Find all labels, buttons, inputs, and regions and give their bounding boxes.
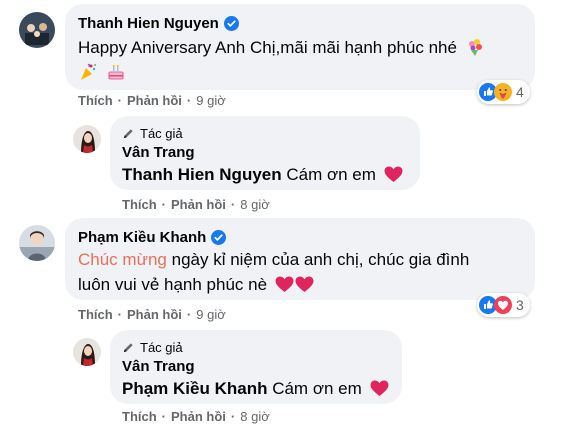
- highlight-text[interactable]: Chúc mừng: [78, 250, 167, 269]
- comment-text: Chúc mừng ngày kỉ niệm của anh chị, chúc…: [78, 247, 528, 272]
- reaction-count: 4: [516, 84, 524, 100]
- comment-text: Happy Aniversary Anh Chị,mãi mãi hạnh ph…: [78, 35, 528, 60]
- mention-link[interactable]: Phạm Kiều Khanh: [122, 379, 267, 398]
- author-badge-label: Tác giả: [140, 126, 183, 141]
- pencil-icon: [123, 129, 133, 139]
- reply-text-body: Cám ơn em: [272, 379, 362, 398]
- reaction-count: 3: [516, 297, 524, 313]
- author-name[interactable]: Thanh Hien Nguyen: [78, 15, 219, 32]
- avatar[interactable]: [19, 225, 55, 261]
- author-name[interactable]: Phạm Kiều Khanh: [78, 229, 206, 246]
- reply-button[interactable]: Phản hồi: [171, 197, 226, 212]
- comment-timestamp[interactable]: 9 giờ: [196, 93, 226, 108]
- love-reaction-icon: [494, 296, 512, 314]
- author-name[interactable]: Vân Trang: [122, 144, 195, 161]
- comment-timestamp[interactable]: 8 giờ: [240, 409, 270, 424]
- reaction-summary[interactable]: 4: [477, 80, 530, 104]
- party-popper-icon: [78, 62, 98, 82]
- comment-author[interactable]: Phạm Kiều Khanh: [78, 229, 227, 246]
- like-button[interactable]: Thích: [122, 197, 157, 212]
- comment-text-line1: ngày kỉ niệm của anh chị, chúc gia đình: [171, 250, 470, 269]
- comment-emoji-line: [78, 60, 126, 85]
- comment-text-line2-row: luôn vui vẻ hạnh phúc nè: [78, 272, 314, 297]
- author-badge: Tác giả: [122, 340, 183, 355]
- reply-button[interactable]: Phản hồi: [171, 409, 226, 424]
- comment-author[interactable]: Thanh Hien Nguyen: [78, 15, 239, 32]
- cake-icon: [106, 62, 126, 82]
- reply-text: Phạm Kiều Khanh Cám ơn em: [122, 376, 389, 401]
- red-heart-icon: [370, 380, 389, 397]
- reaction-summary[interactable]: 3: [477, 293, 530, 317]
- comment-text-line2: luôn vui vẻ hạnh phúc nè: [78, 275, 268, 294]
- comment-actions: Thích · Phản hồi · 9 giờ: [78, 93, 226, 108]
- like-button[interactable]: Thích: [78, 93, 113, 108]
- red-heart-icon: [295, 276, 314, 293]
- like-button[interactable]: Thích: [78, 307, 113, 322]
- author-badge-label: Tác giả: [140, 340, 183, 355]
- comment-text-line1: Happy Aniversary Anh Chị,mãi mãi hạnh ph…: [78, 38, 457, 57]
- author-name[interactable]: Vân Trang: [122, 358, 195, 375]
- reply-text-body: Cám ơn em: [286, 165, 376, 184]
- red-heart-icon: [384, 166, 403, 183]
- reply-actions: Thích · Phản hồi · 8 giờ: [122, 197, 270, 212]
- reply-actions: Thích · Phản hồi · 8 giờ: [122, 409, 270, 424]
- reply-button[interactable]: Phản hồi: [127, 93, 182, 108]
- author-badge: Tác giả: [122, 126, 183, 141]
- mention-link[interactable]: Thanh Hien Nguyen: [122, 165, 282, 184]
- care-reaction-icon: [494, 83, 512, 101]
- pencil-icon: [123, 343, 133, 353]
- comment-timestamp[interactable]: 8 giờ: [240, 197, 270, 212]
- reply-button[interactable]: Phản hồi: [127, 307, 182, 322]
- like-button[interactable]: Thích: [122, 409, 157, 424]
- comment-timestamp[interactable]: 9 giờ: [196, 307, 226, 322]
- verified-badge-icon: [223, 16, 239, 31]
- bouquet-icon: [465, 37, 485, 57]
- comment-actions: Thích · Phản hồi · 9 giờ: [78, 307, 226, 322]
- avatar[interactable]: [73, 338, 101, 366]
- reply-author[interactable]: Vân Trang: [122, 358, 195, 375]
- reply-text: Thanh Hien Nguyen Cám ơn em: [122, 162, 403, 187]
- reply-author[interactable]: Vân Trang: [122, 144, 195, 161]
- avatar[interactable]: [19, 12, 55, 48]
- avatar[interactable]: [73, 125, 101, 153]
- verified-badge-icon: [211, 230, 227, 245]
- red-heart-icon: [275, 276, 294, 293]
